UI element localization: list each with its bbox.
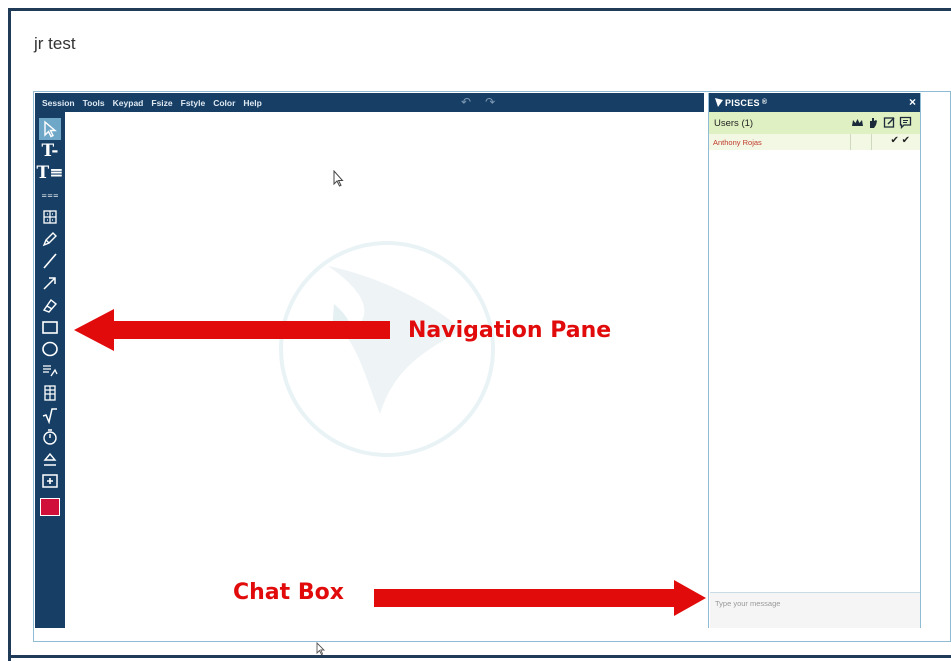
menu-session[interactable]: Session bbox=[42, 98, 75, 108]
fill-tool-icon[interactable] bbox=[39, 448, 61, 470]
users-header: Users (1) bbox=[709, 112, 920, 134]
add-page-tool-icon[interactable] bbox=[39, 470, 61, 492]
chat-box-annotation: Chat Box bbox=[233, 580, 344, 605]
svg-text:(===): (===) bbox=[41, 192, 59, 200]
chat-permission-icon[interactable] bbox=[899, 116, 912, 129]
navigation-pane-annotation-arrow-icon bbox=[74, 309, 390, 351]
eraser-tool-icon[interactable] bbox=[39, 294, 61, 316]
hand-raise-icon[interactable] bbox=[867, 116, 880, 129]
users-count-label: Users (1) bbox=[714, 117, 754, 129]
chat-box-annotation-arrow-icon bbox=[374, 580, 706, 616]
navigation-pane-annotation: Navigation Pane bbox=[408, 318, 612, 343]
user-name: Anthony Rojas bbox=[713, 137, 762, 147]
redo-icon[interactable]: ↷ bbox=[485, 95, 495, 109]
brand-name: PISCES bbox=[725, 97, 760, 108]
close-icon[interactable]: × bbox=[909, 95, 916, 109]
menubar: Session Tools Keypad Fsize Fstyle Color … bbox=[35, 93, 704, 112]
select-tool-icon[interactable] bbox=[39, 118, 61, 140]
navigation-pane: T- T≡ (===) bbox=[35, 112, 65, 628]
sqrt-tool-icon[interactable] bbox=[39, 404, 61, 426]
keypad-tool-icon[interactable] bbox=[39, 206, 61, 228]
text-tool-icon[interactable]: T- bbox=[39, 140, 61, 162]
brand-registered-mark: ® bbox=[761, 99, 768, 106]
rectangle-tool-icon[interactable] bbox=[39, 316, 61, 338]
menu-fsize[interactable]: Fsize bbox=[151, 98, 172, 108]
text-box-tool-icon[interactable]: (===) bbox=[39, 184, 61, 206]
page-title: jr test bbox=[34, 34, 76, 53]
line-tool-icon[interactable] bbox=[39, 250, 61, 272]
menu-tools[interactable]: Tools bbox=[83, 98, 105, 108]
user-permission-checks[interactable]: ✔ ✔ bbox=[890, 135, 910, 146]
mouse-cursor-icon bbox=[316, 642, 326, 656]
user-row-dividers bbox=[850, 134, 872, 150]
brand-logo: PISCES ® bbox=[715, 98, 767, 108]
chat-message-input[interactable]: Type your message bbox=[710, 592, 920, 628]
users-chat-panel: PISCES ® × Users (1) Anthony Rojas ✔ ✔ bbox=[708, 93, 921, 628]
menu-help[interactable]: Help bbox=[243, 98, 261, 108]
graph-tool-icon[interactable] bbox=[39, 360, 61, 382]
color-swatch-icon[interactable] bbox=[39, 496, 61, 518]
pisces-logo-icon bbox=[715, 98, 723, 107]
ellipse-tool-icon[interactable] bbox=[39, 338, 61, 360]
menu-fstyle[interactable]: Fstyle bbox=[181, 98, 206, 108]
frame-bottom-border bbox=[8, 655, 951, 658]
arrow-tool-icon[interactable] bbox=[39, 272, 61, 294]
timer-tool-icon[interactable] bbox=[39, 426, 61, 448]
pen-tool-icon[interactable] bbox=[39, 228, 61, 250]
crown-icon[interactable] bbox=[851, 116, 864, 129]
text-list-tool-icon[interactable]: T≡ bbox=[37, 162, 64, 184]
undo-redo-group: ↶ ↷ bbox=[461, 95, 495, 109]
table-tool-icon[interactable] bbox=[39, 382, 61, 404]
menu-keypad[interactable]: Keypad bbox=[113, 98, 144, 108]
undo-icon[interactable]: ↶ bbox=[461, 95, 471, 109]
panel-header: PISCES ® × bbox=[709, 93, 920, 112]
user-list-item[interactable]: Anthony Rojas ✔ ✔ bbox=[709, 134, 920, 150]
menu-color[interactable]: Color bbox=[213, 98, 235, 108]
edit-permission-icon[interactable] bbox=[883, 116, 896, 129]
mouse-cursor-icon bbox=[333, 170, 344, 187]
